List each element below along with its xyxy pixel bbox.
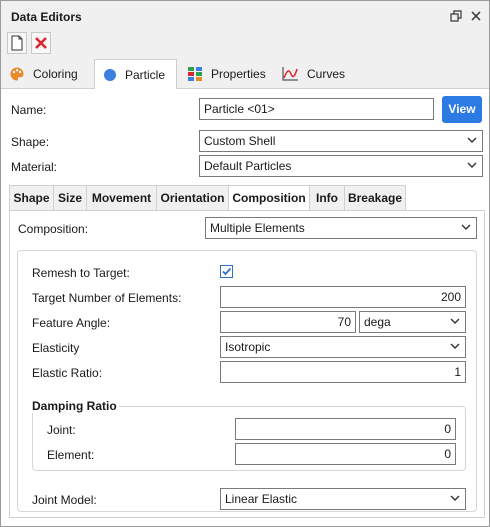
name-label: Name: <box>11 103 47 117</box>
feature-angle-field[interactable]: 70 <box>220 311 356 333</box>
subtab-composition[interactable]: Composition <box>228 185 309 211</box>
chevron-down-icon <box>467 162 477 168</box>
subtab-movement[interactable]: Movement <box>86 185 156 211</box>
tab-coloring[interactable]: Coloring <box>1 59 93 89</box>
new-button[interactable] <box>7 32 27 54</box>
joint-model-select-value: Linear Elastic <box>225 492 298 506</box>
subtab-info[interactable]: Info <box>309 185 344 211</box>
shape-label: Shape: <box>11 135 50 149</box>
data-editors-window: Data Editors Coloring Particle Propertie… <box>0 0 490 527</box>
target-elements-label: Target Number of Elements: <box>32 291 182 305</box>
close-icon[interactable] <box>469 10 483 24</box>
chevron-down-icon <box>461 224 471 230</box>
elastic-ratio-field[interactable]: 1 <box>220 361 466 383</box>
delete-icon <box>35 37 47 49</box>
feature-angle-label: Feature Angle: <box>32 316 111 330</box>
tab-particle-label: Particle <box>125 67 166 82</box>
delete-button[interactable] <box>31 32 51 54</box>
tab-particle[interactable]: Particle <box>94 59 177 90</box>
composition-select[interactable]: Multiple Elements <box>205 217 477 239</box>
chevron-down-icon <box>450 495 460 501</box>
joint-model-label: Joint Model: <box>32 493 97 507</box>
checkmark-icon <box>222 267 232 276</box>
material-select[interactable]: Default Particles <box>199 155 483 177</box>
palette-icon <box>10 67 24 81</box>
remesh-label: Remesh to Target: <box>32 266 130 280</box>
damping-ratio-title: Damping Ratio <box>30 399 119 413</box>
tab-curves[interactable]: Curves <box>273 59 353 89</box>
elastic-ratio-label: Elastic Ratio: <box>32 366 103 380</box>
particle-dot-icon <box>104 68 116 81</box>
new-document-icon <box>11 35 23 51</box>
subtab-shape[interactable]: Shape <box>9 185 53 211</box>
curve-chart-icon <box>282 67 298 81</box>
composition-select-value: Multiple Elements <box>210 221 305 235</box>
elasticity-label: Elasticity <box>32 341 80 355</box>
subtab-breakage[interactable]: Breakage <box>344 185 406 211</box>
composition-label: Composition: <box>18 222 89 236</box>
name-field[interactable]: Particle <01> <box>199 98 434 120</box>
element-field[interactable]: 0 <box>235 443 456 465</box>
tab-properties-label: Properties <box>211 67 266 81</box>
joint-label: Joint: <box>47 423 76 437</box>
material-select-value: Default Particles <box>204 159 292 173</box>
subtab-orientation[interactable]: Orientation <box>156 185 228 211</box>
element-label: Element: <box>47 448 95 462</box>
chevron-down-icon <box>450 318 460 324</box>
material-label: Material: <box>11 160 58 174</box>
feature-angle-unit-select[interactable]: dega <box>359 311 466 333</box>
tab-properties[interactable]: Properties <box>179 59 271 89</box>
feature-angle-unit-value: dega <box>364 315 391 329</box>
chevron-down-icon <box>467 137 477 143</box>
remesh-checkbox[interactable] <box>220 265 233 278</box>
subtab-size[interactable]: Size <box>53 185 86 211</box>
restore-window-icon[interactable] <box>449 10 463 24</box>
tab-curves-label: Curves <box>307 67 346 81</box>
view-button[interactable]: View <box>442 96 482 123</box>
elasticity-select[interactable]: Isotropic <box>220 336 466 358</box>
target-elements-field[interactable]: 200 <box>220 286 466 308</box>
tab-coloring-label: Coloring <box>33 67 78 81</box>
shape-select-value: Custom Shell <box>204 134 276 148</box>
joint-field[interactable]: 0 <box>235 418 456 440</box>
properties-grid-icon <box>188 67 202 81</box>
chevron-down-icon <box>450 343 460 349</box>
shape-select[interactable]: Custom Shell <box>199 130 483 152</box>
window-title: Data Editors <box>11 10 82 24</box>
elasticity-select-value: Isotropic <box>225 340 271 354</box>
joint-model-select[interactable]: Linear Elastic <box>220 488 466 510</box>
title-bar: Data Editors <box>1 1 489 31</box>
